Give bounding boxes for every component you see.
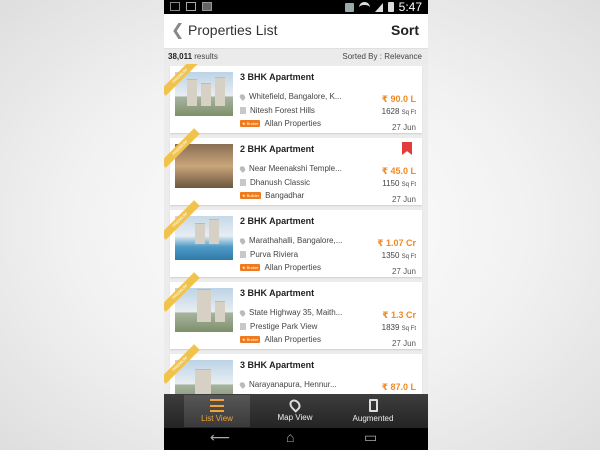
price: ₹ 1.07 Cr: [377, 238, 416, 248]
back-chevron-icon[interactable]: ❮: [171, 20, 184, 40]
property-type: 3 BHK Apartment: [240, 288, 315, 298]
property-card[interactable]: PREMIUM 2 BHK Apartment Marathahalli, Ba…: [164, 200, 422, 277]
location-row: Whitefield, Bangalore, K...: [238, 92, 342, 101]
agent-row: ★ Broker Allan Properties: [240, 119, 321, 128]
results-bar: 38,011 results Sorted By : Relevance: [164, 49, 428, 64]
tab-label: List View: [201, 414, 233, 423]
posted-date: 27 Jun: [391, 267, 416, 276]
results-count: 38,011 results: [168, 52, 218, 61]
posted-date: 27 Jun: [391, 339, 416, 348]
phone-icon: [368, 399, 378, 412]
area: 1350 Sq Ft: [381, 251, 416, 260]
wifi-icon: [358, 1, 370, 13]
agent-row: ★ Builder Bangadhar: [240, 191, 305, 200]
image-icon: [202, 2, 212, 11]
property-type: 2 BHK Apartment: [240, 216, 315, 226]
location-pin-icon: [238, 92, 247, 101]
notification-icons: [170, 2, 212, 11]
tab-label: Augmented: [352, 414, 394, 423]
location-row: State Highway 35, Maith...: [238, 308, 342, 317]
location-pin-icon: [238, 236, 247, 245]
sorted-by-label[interactable]: Sorted By : Relevance: [342, 52, 422, 61]
location-row: Near Meenakshi Temple...: [238, 164, 342, 173]
posted-date: 27 Jun: [391, 195, 416, 204]
tab-list-view[interactable]: List View: [184, 395, 250, 427]
property-thumbnail: [175, 144, 233, 188]
building-icon: [240, 179, 246, 186]
building-icon: [240, 107, 246, 114]
status-bar: 5:47: [164, 0, 428, 14]
agent-badge: ★ Broker: [240, 120, 261, 127]
price: ₹ 90.0 L: [381, 94, 416, 104]
map-pin-icon: [287, 397, 303, 413]
project-row: Prestige Park View: [240, 322, 317, 331]
mail-icon: [186, 2, 196, 11]
screenshot-icon: [170, 2, 180, 11]
agent-row: ★ Broker Allan Properties: [240, 263, 321, 272]
property-thumbnail: [175, 72, 233, 116]
location-pin-icon: [238, 308, 247, 317]
agent-row: ★ Broker Allan Properties: [240, 335, 321, 344]
building-icon: [240, 323, 246, 330]
agent-badge: ★ Broker: [240, 336, 261, 343]
property-list[interactable]: PREMIUM 3 BHK Apartment Whitefield, Bang…: [164, 64, 428, 394]
nav-back-icon[interactable]: ⟵: [210, 429, 230, 446]
nav-home-icon[interactable]: ⌂: [286, 429, 294, 445]
location-pin-icon: [238, 380, 247, 389]
tab-label: Map View: [277, 413, 313, 422]
phone-screen: 5:47 ❮ Properties List Sort 38,011 resul…: [164, 0, 428, 450]
property-thumbnail: [175, 288, 233, 332]
price: ₹ 87.0 L: [381, 382, 416, 392]
building-icon: [240, 251, 246, 258]
location-row: Marathahalli, Bangalore,...: [238, 236, 342, 245]
property-type: 3 BHK Apartment: [240, 72, 315, 82]
location-row: Narayanapura, Hennur...: [238, 380, 337, 389]
system-icons: 5:47: [344, 0, 422, 14]
page-title: Properties List: [188, 22, 278, 38]
nfc-icon: [344, 2, 354, 12]
posted-date: 27 Jun: [391, 123, 416, 132]
property-card[interactable]: PREMIUM 3 BHK Apartment Whitefield, Bang…: [164, 64, 422, 133]
property-type: 3 BHK Apartment: [240, 360, 315, 370]
tab-augmented[interactable]: Augmented: [340, 395, 406, 427]
agent-badge: ★ Broker: [240, 264, 261, 271]
area: 1839 Sq Ft: [381, 323, 416, 332]
clock: 5:47: [398, 0, 422, 14]
location-pin-icon: [238, 164, 247, 173]
project-row: Nitesh Forest Hills: [240, 106, 315, 115]
tab-map-view[interactable]: Map View: [262, 395, 328, 427]
bottom-tab-bar: List View Map View Augmented: [164, 394, 428, 428]
project-row: Purva Riviera: [240, 250, 298, 259]
system-nav-bar: ⟵ ⌂ ▭: [164, 428, 428, 450]
area: 1150 Sq Ft: [382, 179, 416, 188]
sort-button[interactable]: Sort: [391, 22, 419, 38]
property-card[interactable]: PREMIUM 3 BHK Apartment Narayanapura, He…: [164, 344, 422, 394]
price: ₹ 45.0 L: [381, 166, 416, 176]
nav-recent-icon[interactable]: ▭: [364, 429, 377, 446]
property-card[interactable]: PREMIUM 3 BHK Apartment State Highway 35…: [164, 272, 422, 349]
signal-icon: [374, 2, 383, 12]
battery-icon: [387, 2, 394, 12]
list-icon: [210, 399, 224, 412]
price: ₹ 1.3 Cr: [382, 310, 416, 320]
project-row: Dhanush Classic: [240, 178, 310, 187]
property-thumbnail: [175, 216, 233, 260]
agent-badge: ★ Builder: [240, 192, 262, 199]
property-type: 2 BHK Apartment: [240, 144, 315, 154]
area: 1628 Sq Ft: [381, 107, 416, 116]
app-header: ❮ Properties List Sort: [164, 14, 428, 49]
bookmark-icon[interactable]: [402, 142, 412, 155]
property-card[interactable]: PREMIUM 2 BHK Apartment Near Meenakshi T…: [164, 128, 422, 205]
